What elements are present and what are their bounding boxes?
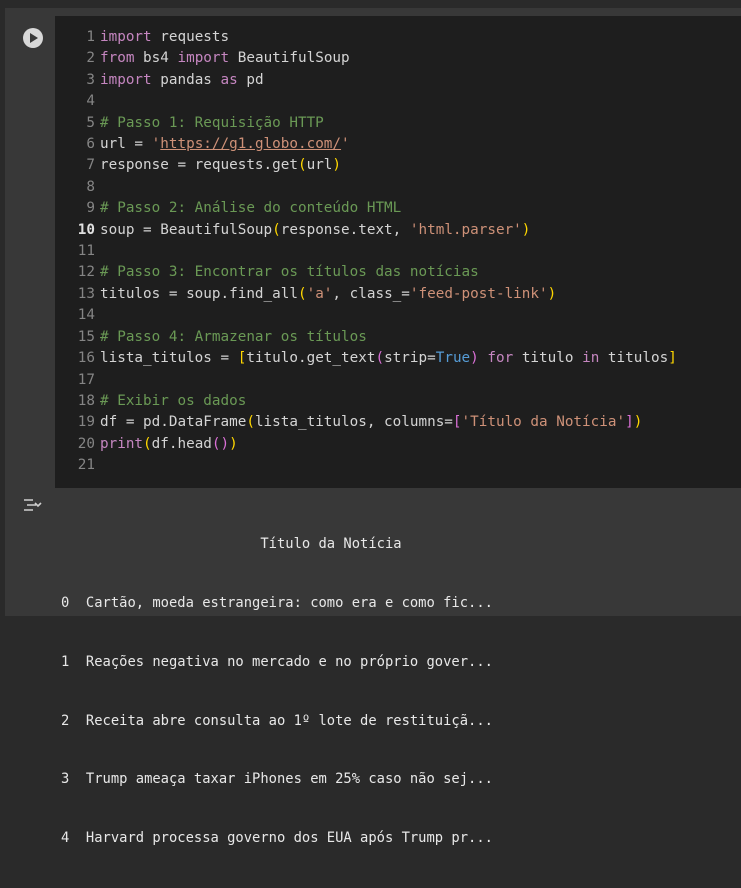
- line-code: from bs4 import BeautifulSoup: [100, 50, 350, 67]
- code-line[interactable]: 16 lista_titulos = [titulo.get_text(strip…: [55, 348, 677, 369]
- code-line[interactable]: 4: [55, 91, 677, 112]
- code-line[interactable]: 5 # Passo 1: Requisição HTTP: [55, 113, 677, 134]
- line-number: 9: [86, 200, 95, 217]
- run-cell-button[interactable]: [23, 28, 43, 48]
- code-line[interactable]: 12 # Passo 3: Encontrar os títulos das no…: [55, 262, 677, 283]
- output-row: 2 Receita abre consulta ao 1º lote de re…: [61, 712, 493, 729]
- line-number: 16: [77, 350, 95, 367]
- output-row: 3 Trump ameaça taxar iPhones em 25% caso…: [61, 771, 493, 788]
- line-number: 13: [77, 285, 95, 302]
- line-number: 14: [77, 307, 95, 324]
- code-line[interactable]: 6 url = 'https://g1.globo.com/': [55, 134, 677, 155]
- line-number: 15: [77, 328, 95, 345]
- line-number: 18: [77, 392, 95, 409]
- cell-output: Título da Notícia 0 Cartão, moeda estran…: [5, 488, 741, 846]
- output-row: 1 Reações negativa no mercado e no própr…: [61, 653, 493, 670]
- line-code: import pandas as pd: [100, 71, 264, 88]
- line-code: import requests: [100, 29, 230, 45]
- line-number: 1: [86, 29, 95, 45]
- output-toggle-icon[interactable]: [22, 497, 46, 515]
- output-header: Título da Notícia: [61, 536, 402, 553]
- code-line[interactable]: 14: [55, 305, 677, 326]
- line-code: # Passo 3: Encontrar os títulos das notí…: [100, 264, 479, 281]
- line-code: # Passo 4: Armazenar os títulos: [100, 328, 367, 345]
- line-code: df = pd.DataFrame(lista_titulos, columns…: [100, 414, 643, 431]
- code-line[interactable]: 1 import requests: [55, 27, 677, 48]
- line-code: url = 'https://g1.globo.com/': [100, 136, 350, 153]
- code-line[interactable]: 15 # Passo 4: Armazenar os títulos: [55, 327, 677, 348]
- code-line[interactable]: 9 # Passo 2: Análise do conteúdo HTML: [55, 198, 677, 219]
- line-number: 5: [86, 114, 95, 131]
- line-number: 3: [86, 71, 95, 88]
- line-number: 11: [77, 243, 95, 260]
- code-line[interactable]: 2 from bs4 import BeautifulSoup: [55, 48, 677, 69]
- output-row: 4 Harvard processa governo dos EUA após …: [61, 830, 493, 847]
- line-number: 4: [86, 93, 95, 110]
- line-code: lista_titulos = [titulo.get_text(strip=T…: [100, 350, 677, 367]
- code-line[interactable]: 17: [55, 370, 677, 391]
- line-code: soup = BeautifulSoup(response.text, 'htm…: [100, 221, 531, 238]
- line-code: titulos = soup.find_all('a', class_='fee…: [100, 285, 557, 302]
- code-line[interactable]: 20 print(df.head()): [55, 434, 677, 455]
- line-number: 21: [77, 457, 95, 474]
- line-number: 2: [86, 50, 95, 67]
- code-line[interactable]: 10 soup = BeautifulSoup(response.text, 'h…: [55, 220, 677, 241]
- line-number: 12: [77, 264, 95, 281]
- code-line[interactable]: 3 import pandas as pd: [55, 70, 677, 91]
- code-line[interactable]: 13 titulos = soup.find_all('a', class_='f…: [55, 284, 677, 305]
- line-number: 6: [86, 136, 95, 153]
- line-number: 20: [77, 435, 95, 452]
- code-line[interactable]: 8: [55, 177, 677, 198]
- line-code: response = requests.get(url): [100, 157, 342, 174]
- play-icon: [30, 33, 38, 43]
- line-number: 17: [77, 371, 95, 388]
- code-line[interactable]: 19 df = pd.DataFrame(lista_titulos, colum…: [55, 412, 677, 433]
- line-number: 10: [77, 221, 95, 238]
- code-editor[interactable]: 1 import requests 2 from bs4 import Beautif…: [55, 16, 741, 488]
- line-number: 7: [86, 157, 95, 174]
- code-line[interactable]: 21: [55, 455, 677, 476]
- notebook-code-cell[interactable]: 1 import requests 2 from bs4 import Beautif…: [5, 8, 741, 846]
- output-row: 0 Cartão, moeda estrangeira: como era e …: [61, 594, 493, 611]
- line-number: 19: [77, 414, 95, 431]
- line-code: # Exibir os dados: [100, 392, 247, 409]
- code-lines: 1 import requests 2 from bs4 import Beautif…: [55, 27, 677, 477]
- line-code: # Passo 2: Análise do conteúdo HTML: [100, 200, 402, 217]
- output-text: Título da Notícia 0 Cartão, moeda estran…: [61, 496, 493, 888]
- line-number: 8: [86, 178, 95, 195]
- code-line[interactable]: 11: [55, 241, 677, 262]
- code-line[interactable]: 7 response = requests.get(url): [55, 155, 677, 176]
- line-code: print(df.head()): [100, 435, 238, 452]
- code-line[interactable]: 18 # Exibir os dados: [55, 391, 677, 412]
- line-code: # Passo 1: Requisição HTTP: [100, 114, 324, 131]
